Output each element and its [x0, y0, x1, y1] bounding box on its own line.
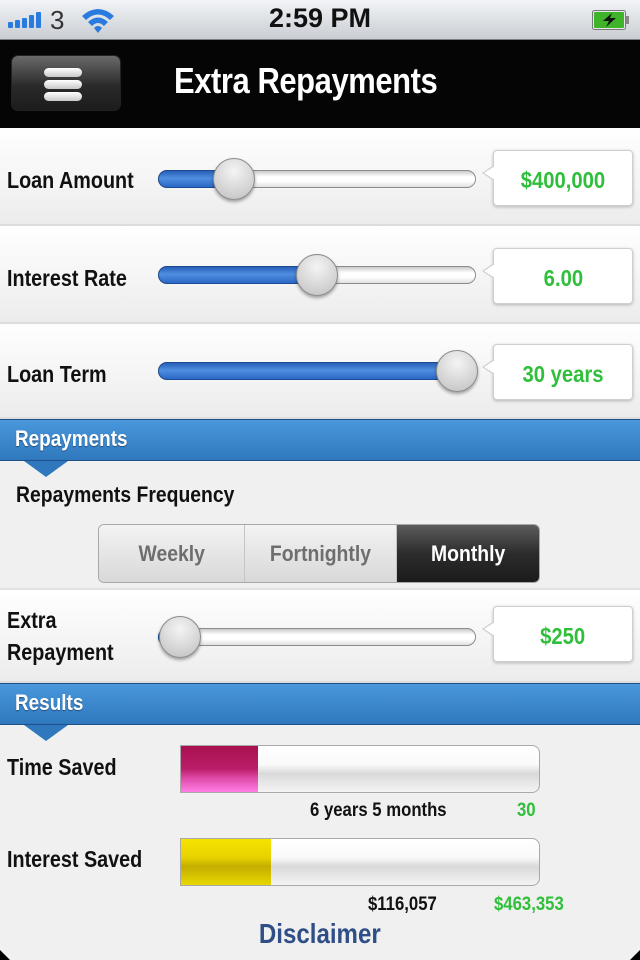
- interest-rate-label: Interest Rate: [7, 265, 127, 291]
- disclaimer-link[interactable]: Disclaimer: [0, 918, 640, 950]
- interest-rate-value-box: 6.00: [482, 248, 633, 304]
- results-section-header: Results: [0, 683, 640, 741]
- slider-knob[interactable]: [213, 158, 256, 200]
- page-title: Extra Repayments: [174, 60, 438, 101]
- repayments-section-title: Repayments: [15, 426, 128, 451]
- extra-repayment-row: Extra Repayment $250: [0, 588, 640, 683]
- interest-rate-value: 6.00: [543, 264, 583, 291]
- results-section-title: Results: [15, 690, 84, 715]
- slider-knob[interactable]: [296, 254, 338, 296]
- segment-monthly[interactable]: Monthly: [397, 525, 539, 582]
- loan-term-slider[interactable]: [158, 350, 478, 392]
- nav-bar: Extra Repayments: [0, 40, 640, 128]
- extra-repayment-label-line1: Extra: [7, 607, 57, 633]
- interest-rate-row: Interest Rate 6.00: [0, 226, 640, 324]
- interest-saved-label: Interest Saved: [7, 846, 143, 872]
- segment-weekly[interactable]: Weekly: [99, 525, 245, 582]
- interest-saved-max: $463,353: [494, 894, 564, 915]
- segment-fortnightly[interactable]: Fortnightly: [245, 525, 397, 582]
- interest-rate-slider[interactable]: [158, 254, 476, 296]
- extra-repayment-value-box: $250: [482, 606, 633, 662]
- battery-charging-icon: [592, 10, 629, 30]
- screen-corner: [0, 950, 10, 960]
- loan-amount-value: $400,000: [520, 166, 606, 193]
- loan-term-value: 30 years: [522, 360, 604, 387]
- loan-amount-value-box: $400,000: [482, 150, 633, 206]
- loan-amount-slider[interactable]: [158, 158, 476, 200]
- extra-repayment-value: $250: [540, 622, 586, 649]
- loan-term-row: Loan Term 30 years: [0, 324, 640, 419]
- repayments-frequency-label: Repayments Frequency: [16, 482, 235, 507]
- extra-repayment-slider[interactable]: [158, 616, 476, 658]
- time-saved-max: 30: [517, 800, 536, 821]
- slider-knob[interactable]: [435, 350, 478, 392]
- clock: 2:59 PM: [268, 3, 372, 33]
- section-pointer: [24, 725, 68, 741]
- loan-amount-row: Loan Amount $400,000: [0, 128, 640, 226]
- interest-saved-bar: [180, 838, 540, 886]
- interest-saved-bar-fill: [181, 839, 271, 885]
- screen-corner: [630, 950, 640, 960]
- time-saved-value: 6 years 5 months: [310, 800, 447, 821]
- frequency-segmented-control: Weekly Fortnightly Monthly: [98, 524, 540, 583]
- interest-saved-value: $116,057: [368, 894, 437, 915]
- time-saved-label: Time Saved: [7, 754, 117, 780]
- menu-button[interactable]: [11, 55, 121, 111]
- time-saved-bar-fill: [181, 746, 258, 792]
- status-bar: 3 2:59 PM: [0, 0, 640, 40]
- repayments-section-header: Repayments: [0, 419, 640, 477]
- slider-knob[interactable]: [159, 616, 202, 658]
- time-saved-bar: [180, 745, 540, 793]
- loan-amount-label: Loan Amount: [7, 167, 134, 193]
- loan-term-label: Loan Term: [7, 361, 107, 387]
- loan-term-value-box: 30 years: [482, 344, 633, 400]
- section-pointer: [24, 461, 68, 477]
- extra-repayment-label-line2: Repayment: [7, 639, 114, 665]
